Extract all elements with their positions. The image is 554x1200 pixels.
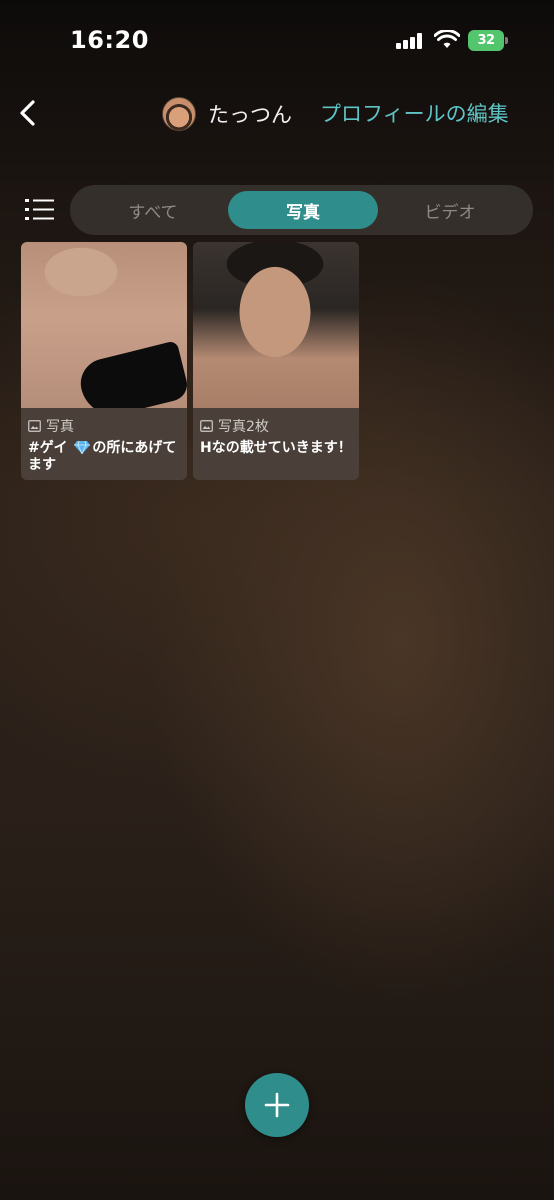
edit-profile-link[interactable]: プロフィールの編集 — [320, 98, 509, 128]
profile-header[interactable]: たっつん — [162, 97, 292, 131]
avatar — [162, 97, 196, 131]
battery-level: 32 — [468, 30, 504, 51]
post-card[interactable]: 写真 #ゲイ の所にあげてます — [21, 242, 187, 480]
tab-all[interactable]: すべて — [78, 191, 228, 229]
battery-icon: 32 — [468, 30, 508, 51]
post-meta: 写真 #ゲイ の所にあげてます — [21, 408, 187, 480]
photo-icon — [28, 420, 41, 432]
status-time: 16:20 — [70, 26, 149, 54]
tab-videos[interactable]: ビデオ — [375, 191, 525, 229]
wifi-icon — [434, 30, 460, 48]
cellular-signal-icon — [396, 33, 424, 49]
list-icon[interactable] — [24, 197, 56, 223]
gem-icon — [74, 440, 91, 454]
post-meta: 写真2枚 Hなの載せていきます！ — [193, 408, 359, 480]
post-thumbnail — [193, 242, 359, 408]
photo-icon — [200, 420, 213, 432]
username: たっつん — [208, 103, 292, 127]
caption-text: #ゲイ — [28, 440, 73, 456]
post-caption: Hなの載せていきます！ — [200, 440, 352, 456]
chevron-left-icon[interactable] — [14, 96, 44, 130]
add-post-button[interactable] — [245, 1073, 309, 1137]
plus-icon — [264, 1092, 290, 1118]
post-type-label: 写真 — [46, 419, 74, 435]
post-type-label: 写真2枚 — [218, 419, 269, 435]
status-bar: 16:20 32 — [0, 0, 554, 80]
post-card[interactable]: 写真2枚 Hなの載せていきます！ — [193, 242, 359, 480]
media-filter-tabs: すべて 写真 ビデオ — [70, 185, 533, 235]
tab-photos[interactable]: 写真 — [228, 191, 378, 229]
post-caption: #ゲイ の所にあげてます — [28, 440, 180, 474]
